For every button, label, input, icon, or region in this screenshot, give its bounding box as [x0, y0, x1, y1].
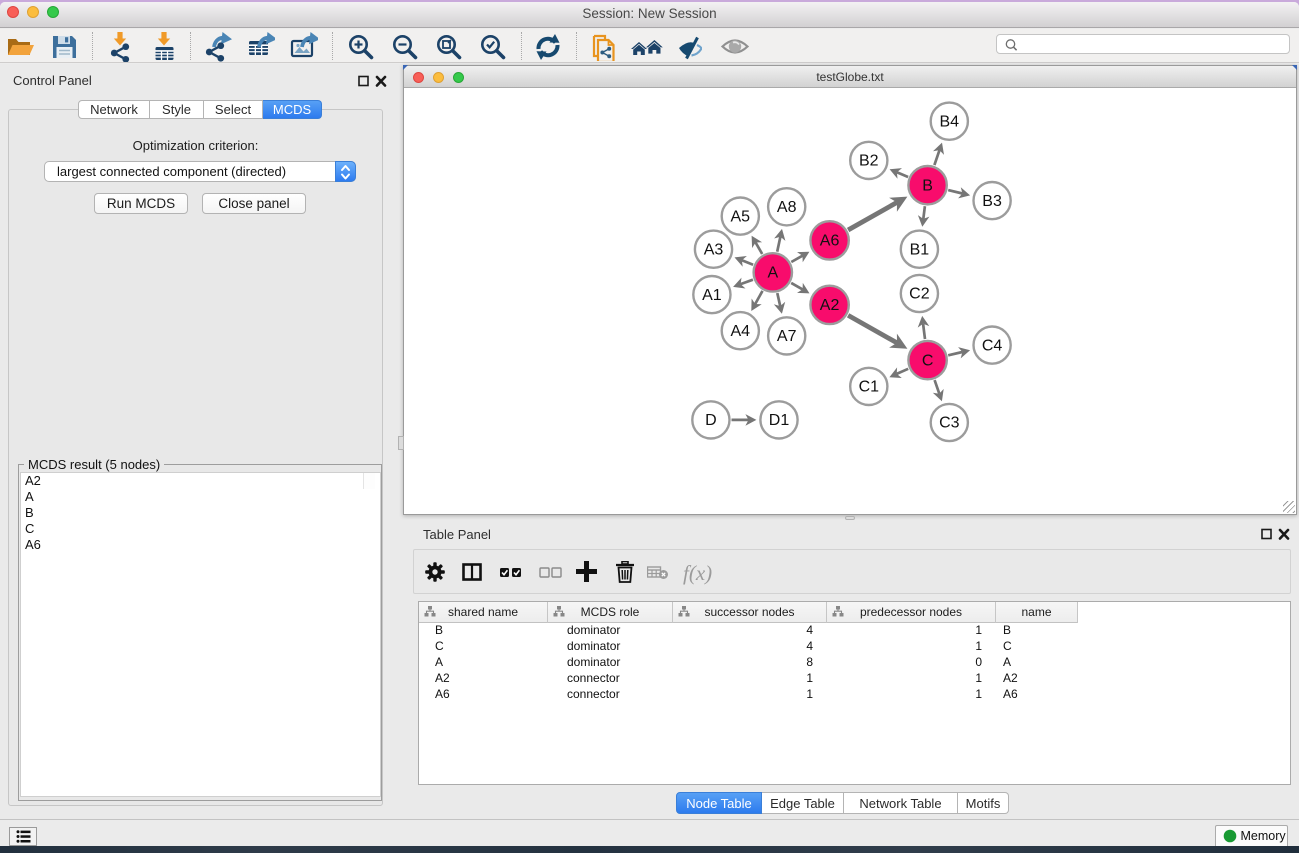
svg-text:D: D: [705, 412, 717, 429]
svg-text:B3: B3: [982, 193, 1002, 210]
svg-text:D1: D1: [769, 412, 790, 429]
svg-text:A2: A2: [820, 297, 840, 314]
svg-text:C2: C2: [909, 286, 930, 303]
svg-text:C: C: [922, 352, 934, 369]
svg-text:C4: C4: [982, 337, 1003, 354]
svg-text:B1: B1: [910, 241, 930, 258]
svg-text:A5: A5: [731, 208, 751, 225]
svg-text:A3: A3: [704, 241, 724, 258]
svg-text:C3: C3: [939, 415, 960, 432]
svg-text:B2: B2: [859, 153, 879, 170]
svg-text:B4: B4: [940, 113, 960, 130]
svg-text:A1: A1: [702, 287, 722, 304]
svg-text:A4: A4: [731, 323, 751, 340]
svg-text:A7: A7: [777, 328, 797, 345]
svg-text:A6: A6: [820, 233, 840, 250]
svg-text:A8: A8: [777, 199, 797, 216]
svg-text:A: A: [767, 265, 778, 282]
svg-text:C1: C1: [859, 379, 880, 396]
svg-text:B: B: [922, 177, 933, 194]
